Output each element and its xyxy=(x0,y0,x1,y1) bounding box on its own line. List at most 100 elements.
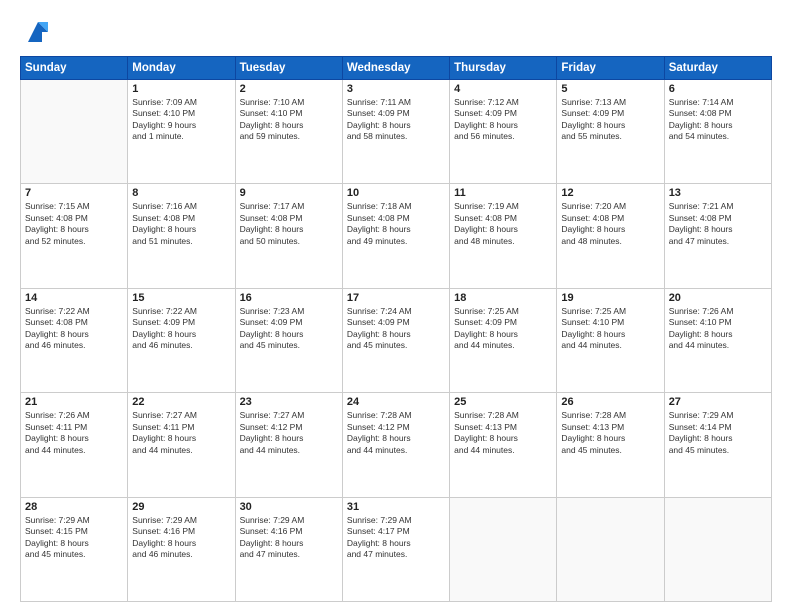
calendar-week-row: 28 Sunrise: 7:29 AM Sunset: 4:15 PM Dayli… xyxy=(21,497,772,601)
day-info: Sunrise: 7:29 AM Sunset: 4:15 PM Dayligh… xyxy=(25,515,123,561)
day-number: 29 xyxy=(132,501,230,513)
day-info: Sunrise: 7:12 AM Sunset: 4:09 PM Dayligh… xyxy=(454,97,552,143)
day-number: 7 xyxy=(25,187,123,199)
day-number: 11 xyxy=(454,187,552,199)
calendar-cell: 18 Sunrise: 7:25 AM Sunset: 4:09 PM Dayli… xyxy=(450,288,557,392)
day-number: 13 xyxy=(669,187,767,199)
calendar-cell: 24 Sunrise: 7:28 AM Sunset: 4:12 PM Dayli… xyxy=(342,393,449,497)
day-info: Sunrise: 7:22 AM Sunset: 4:08 PM Dayligh… xyxy=(25,306,123,352)
day-info: Sunrise: 7:27 AM Sunset: 4:12 PM Dayligh… xyxy=(240,410,338,456)
calendar-cell: 2Sunrise: 7:10 AM Sunset: 4:10 PM Daylig… xyxy=(235,80,342,184)
calendar-cell: 28 Sunrise: 7:29 AM Sunset: 4:15 PM Dayli… xyxy=(21,497,128,601)
day-info: Sunrise: 7:14 AM Sunset: 4:08 PM Dayligh… xyxy=(669,97,767,143)
calendar-cell: 31 Sunrise: 7:29 AM Sunset: 4:17 PM Dayli… xyxy=(342,497,449,601)
day-info: Sunrise: 7:21 AM Sunset: 4:08 PM Dayligh… xyxy=(669,201,767,247)
weekday-header-wednesday: Wednesday xyxy=(342,57,449,80)
day-number: 17 xyxy=(347,292,445,304)
day-info: Sunrise: 7:26 AM Sunset: 4:10 PM Dayligh… xyxy=(669,306,767,352)
day-number: 9 xyxy=(240,187,338,199)
calendar-cell: 23 Sunrise: 7:27 AM Sunset: 4:12 PM Dayli… xyxy=(235,393,342,497)
day-number: 5 xyxy=(561,83,659,95)
calendar-cell: 4Sunrise: 7:12 AM Sunset: 4:09 PM Daylig… xyxy=(450,80,557,184)
calendar-cell: 5Sunrise: 7:13 AM Sunset: 4:09 PM Daylig… xyxy=(557,80,664,184)
calendar-cell: 27 Sunrise: 7:29 AM Sunset: 4:14 PM Dayli… xyxy=(664,393,771,497)
weekday-header-monday: Monday xyxy=(128,57,235,80)
calendar-cell: 19 Sunrise: 7:25 AM Sunset: 4:10 PM Dayli… xyxy=(557,288,664,392)
calendar-cell: 25 Sunrise: 7:28 AM Sunset: 4:13 PM Dayli… xyxy=(450,393,557,497)
logo-icon xyxy=(24,18,52,46)
day-info: Sunrise: 7:22 AM Sunset: 4:09 PM Dayligh… xyxy=(132,306,230,352)
calendar-cell: 8 Sunrise: 7:16 AM Sunset: 4:08 PM Daylig… xyxy=(128,184,235,288)
day-number: 28 xyxy=(25,501,123,513)
calendar-cell: 17 Sunrise: 7:24 AM Sunset: 4:09 PM Dayli… xyxy=(342,288,449,392)
day-number: 1 xyxy=(132,83,230,95)
day-number: 21 xyxy=(25,396,123,408)
calendar-header-row: SundayMondayTuesdayWednesdayThursdayFrid… xyxy=(21,57,772,80)
day-number: 19 xyxy=(561,292,659,304)
day-info: Sunrise: 7:25 AM Sunset: 4:09 PM Dayligh… xyxy=(454,306,552,352)
day-number: 6 xyxy=(669,83,767,95)
day-info: Sunrise: 7:24 AM Sunset: 4:09 PM Dayligh… xyxy=(347,306,445,352)
day-info: Sunrise: 7:29 AM Sunset: 4:16 PM Dayligh… xyxy=(132,515,230,561)
day-number: 10 xyxy=(347,187,445,199)
day-number: 12 xyxy=(561,187,659,199)
calendar-cell: 30 Sunrise: 7:29 AM Sunset: 4:16 PM Dayli… xyxy=(235,497,342,601)
header xyxy=(20,18,772,46)
calendar-week-row: 7 Sunrise: 7:15 AM Sunset: 4:08 PM Daylig… xyxy=(21,184,772,288)
day-info: Sunrise: 7:19 AM Sunset: 4:08 PM Dayligh… xyxy=(454,201,552,247)
day-number: 22 xyxy=(132,396,230,408)
day-info: Sunrise: 7:15 AM Sunset: 4:08 PM Dayligh… xyxy=(25,201,123,247)
calendar-week-row: 14 Sunrise: 7:22 AM Sunset: 4:08 PM Dayli… xyxy=(21,288,772,392)
day-number: 8 xyxy=(132,187,230,199)
day-number: 31 xyxy=(347,501,445,513)
calendar-cell xyxy=(21,80,128,184)
calendar-cell: 26Sunrise: 7:28 AM Sunset: 4:13 PM Dayli… xyxy=(557,393,664,497)
day-info: Sunrise: 7:29 AM Sunset: 4:16 PM Dayligh… xyxy=(240,515,338,561)
calendar-cell: 7 Sunrise: 7:15 AM Sunset: 4:08 PM Daylig… xyxy=(21,184,128,288)
day-number: 30 xyxy=(240,501,338,513)
calendar-week-row: 21 Sunrise: 7:26 AM Sunset: 4:11 PM Dayli… xyxy=(21,393,772,497)
day-number: 14 xyxy=(25,292,123,304)
day-info: Sunrise: 7:25 AM Sunset: 4:10 PM Dayligh… xyxy=(561,306,659,352)
day-number: 16 xyxy=(240,292,338,304)
day-number: 27 xyxy=(669,396,767,408)
calendar-cell: 16Sunrise: 7:23 AM Sunset: 4:09 PM Dayli… xyxy=(235,288,342,392)
day-info: Sunrise: 7:29 AM Sunset: 4:17 PM Dayligh… xyxy=(347,515,445,561)
calendar-cell: 20 Sunrise: 7:26 AM Sunset: 4:10 PM Dayli… xyxy=(664,288,771,392)
day-info: Sunrise: 7:28 AM Sunset: 4:12 PM Dayligh… xyxy=(347,410,445,456)
day-info: Sunrise: 7:09 AM Sunset: 4:10 PM Dayligh… xyxy=(132,97,230,143)
day-number: 26 xyxy=(561,396,659,408)
calendar-cell xyxy=(664,497,771,601)
day-number: 20 xyxy=(669,292,767,304)
calendar-table: SundayMondayTuesdayWednesdayThursdayFrid… xyxy=(20,56,772,602)
day-info: Sunrise: 7:27 AM Sunset: 4:11 PM Dayligh… xyxy=(132,410,230,456)
day-info: Sunrise: 7:29 AM Sunset: 4:14 PM Dayligh… xyxy=(669,410,767,456)
day-info: Sunrise: 7:20 AM Sunset: 4:08 PM Dayligh… xyxy=(561,201,659,247)
calendar-cell: 29 Sunrise: 7:29 AM Sunset: 4:16 PM Dayli… xyxy=(128,497,235,601)
day-number: 3 xyxy=(347,83,445,95)
calendar-cell: 13 Sunrise: 7:21 AM Sunset: 4:08 PM Dayli… xyxy=(664,184,771,288)
calendar-cell: 11 Sunrise: 7:19 AM Sunset: 4:08 PM Dayli… xyxy=(450,184,557,288)
weekday-header-tuesday: Tuesday xyxy=(235,57,342,80)
day-info: Sunrise: 7:18 AM Sunset: 4:08 PM Dayligh… xyxy=(347,201,445,247)
calendar-cell xyxy=(450,497,557,601)
day-number: 25 xyxy=(454,396,552,408)
weekday-header-thursday: Thursday xyxy=(450,57,557,80)
calendar-cell: 12 Sunrise: 7:20 AM Sunset: 4:08 PM Dayli… xyxy=(557,184,664,288)
day-info: Sunrise: 7:26 AM Sunset: 4:11 PM Dayligh… xyxy=(25,410,123,456)
day-info: Sunrise: 7:17 AM Sunset: 4:08 PM Dayligh… xyxy=(240,201,338,247)
calendar-week-row: 1 Sunrise: 7:09 AM Sunset: 4:10 PM Daylig… xyxy=(21,80,772,184)
calendar-cell: 22 Sunrise: 7:27 AM Sunset: 4:11 PM Dayli… xyxy=(128,393,235,497)
day-number: 23 xyxy=(240,396,338,408)
calendar-cell: 21 Sunrise: 7:26 AM Sunset: 4:11 PM Dayli… xyxy=(21,393,128,497)
logo xyxy=(20,18,52,46)
day-info: Sunrise: 7:28 AM Sunset: 4:13 PM Dayligh… xyxy=(454,410,552,456)
calendar-cell: 1 Sunrise: 7:09 AM Sunset: 4:10 PM Daylig… xyxy=(128,80,235,184)
day-number: 18 xyxy=(454,292,552,304)
day-info: Sunrise: 7:11 AM Sunset: 4:09 PM Dayligh… xyxy=(347,97,445,143)
day-number: 24 xyxy=(347,396,445,408)
calendar-cell: 10 Sunrise: 7:18 AM Sunset: 4:08 PM Dayli… xyxy=(342,184,449,288)
day-info: Sunrise: 7:16 AM Sunset: 4:08 PM Dayligh… xyxy=(132,201,230,247)
calendar-cell: 6 Sunrise: 7:14 AM Sunset: 4:08 PM Daylig… xyxy=(664,80,771,184)
calendar-cell xyxy=(557,497,664,601)
